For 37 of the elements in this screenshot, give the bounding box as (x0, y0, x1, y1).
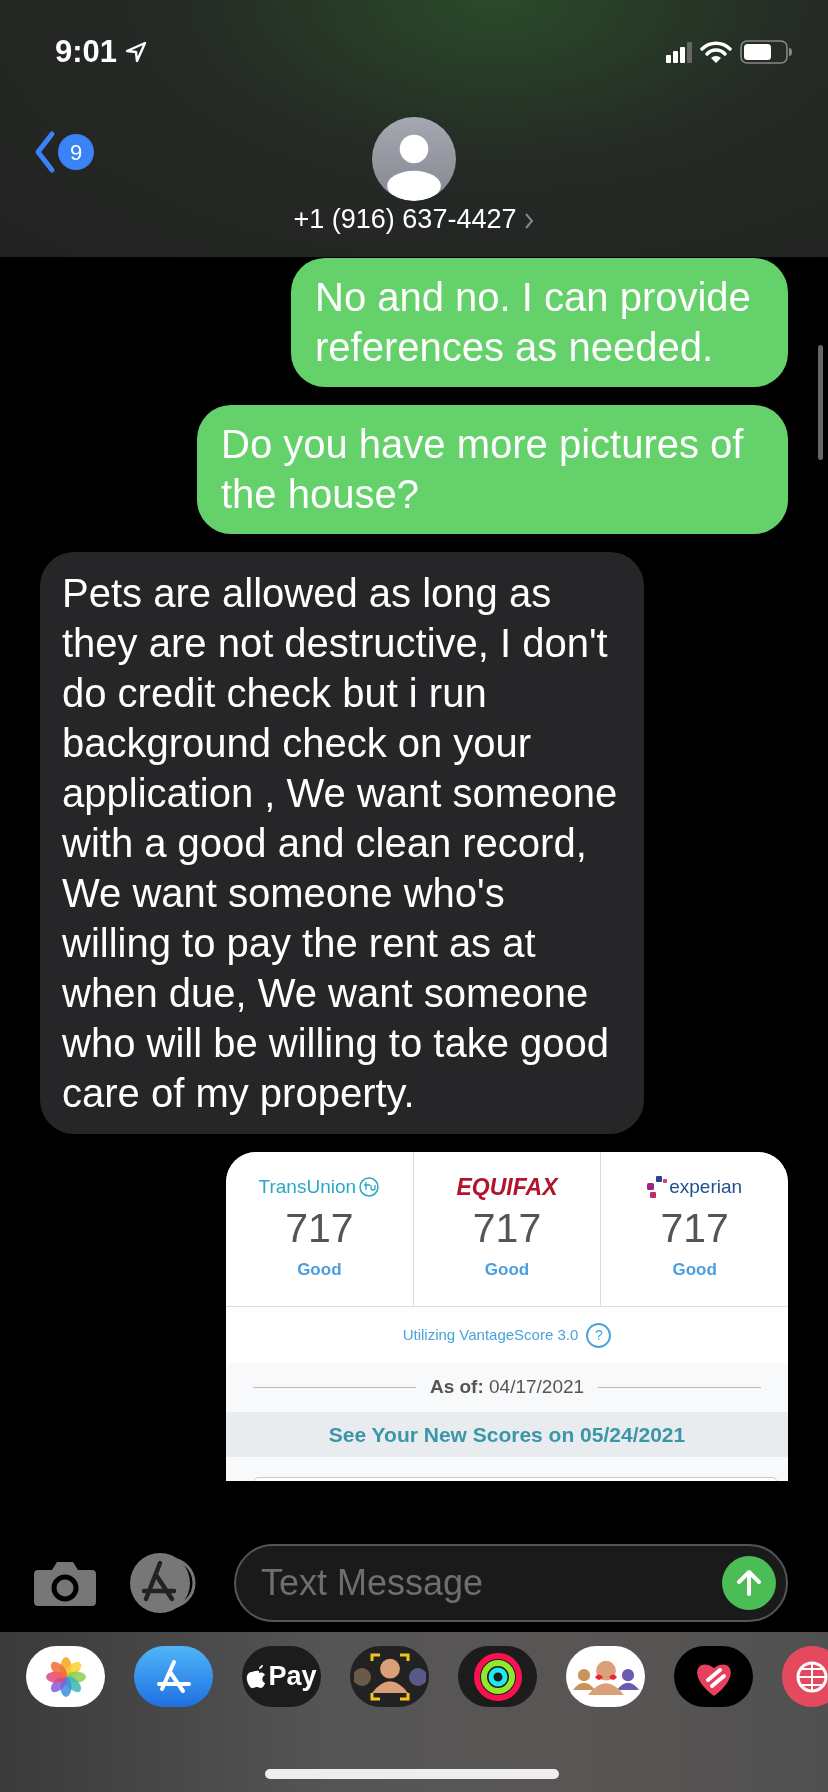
as-of-date: As of: 04/17/2021 (429, 1375, 585, 1399)
status-time: 9:01 (55, 32, 118, 71)
contact-avatar[interactable] (372, 117, 456, 201)
credit-score: 717 (660, 1206, 729, 1252)
bureau-logo: experian (669, 1174, 743, 1199)
back-button[interactable]: 9 (32, 130, 94, 174)
message-field[interactable]: Text Message (234, 1543, 788, 1622)
chevron-icon (524, 211, 535, 230)
bureau-logo: TransUnion (258, 1174, 357, 1199)
signal-icon (666, 41, 692, 63)
logo-mark-icon (647, 1176, 668, 1198)
message-bubble: No and no. I can provide references as needed. (291, 258, 788, 387)
battery-icon (740, 40, 792, 64)
logo-mark-icon (358, 1176, 381, 1198)
bureau-logo: EQUIFAX (456, 1172, 558, 1202)
message-bubble: Pets are allowed as long as they are not destructive, I don't do credit check but i run background check on your application , We want someone with a good and clean record, We want someone who's willing to pay the rent as at when due, We want someone who will be willing to take good care of my property. (40, 552, 644, 1134)
arrow-up-icon (735, 1568, 763, 1597)
flower-icon (45, 1656, 86, 1697)
message-bubble: Do you have more pictures of the house? (197, 405, 788, 534)
credit-score: 717 (472, 1206, 542, 1252)
app-button[interactable] (26, 1646, 105, 1707)
app-button[interactable] (782, 1646, 828, 1707)
credit-score: 717 (285, 1206, 354, 1252)
location-icon (125, 41, 148, 63)
rings-icon (472, 1651, 523, 1702)
contact-name[interactable]: +1 (916) 637-4427 (293, 205, 535, 235)
unread-badge: 9 (58, 134, 94, 170)
score-rating: Good (672, 1259, 717, 1282)
score-rating: Good (297, 1259, 342, 1282)
app-button[interactable] (566, 1646, 645, 1707)
app-store-icon (155, 1658, 192, 1695)
wifi-icon (700, 40, 732, 64)
app-button[interactable]: Pay (242, 1646, 321, 1707)
app-button[interactable] (134, 1646, 213, 1707)
score-rating: Good (484, 1259, 530, 1282)
score-model-note: Utilizing VantageScore 3.0 (402, 1324, 579, 1345)
next-scores-banner: See Your New Scores on 05/24/2021 (226, 1411, 788, 1457)
